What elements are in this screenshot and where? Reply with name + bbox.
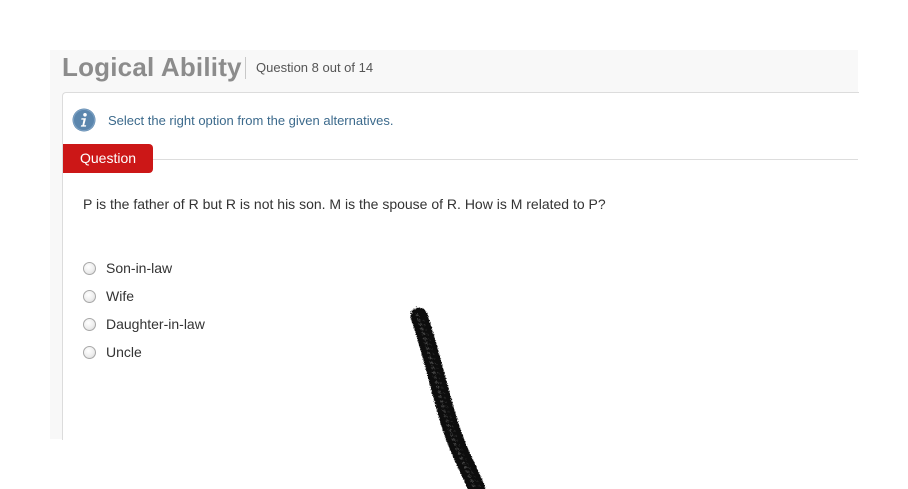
option-son-in-law[interactable]: Son-in-law bbox=[82, 254, 205, 282]
info-icon bbox=[72, 108, 96, 132]
answer-options: Son-in-law Wife Daughter-in-law Uncle bbox=[82, 254, 205, 366]
option-uncle[interactable]: Uncle bbox=[82, 338, 205, 366]
pen-scribble-mark bbox=[410, 307, 486, 489]
instruction-text: Select the right option from the given a… bbox=[108, 113, 394, 128]
header-divider bbox=[245, 57, 246, 79]
tab-question[interactable]: Question bbox=[63, 144, 153, 173]
option-label[interactable]: Son-in-law bbox=[106, 260, 172, 276]
radio-button[interactable] bbox=[83, 261, 96, 275]
option-label[interactable]: Uncle bbox=[106, 344, 142, 360]
option-daughter-in-law[interactable]: Daughter-in-law bbox=[82, 310, 205, 338]
option-wife[interactable]: Wife bbox=[82, 282, 205, 310]
option-label[interactable]: Wife bbox=[106, 288, 134, 304]
question-counter: Question 8 out of 14 bbox=[256, 60, 374, 75]
radio-button[interactable] bbox=[83, 345, 96, 359]
radio-button[interactable] bbox=[83, 317, 96, 331]
tab-divider bbox=[62, 159, 858, 160]
option-label[interactable]: Daughter-in-law bbox=[106, 316, 205, 332]
section-title: Logical Ability bbox=[62, 52, 242, 82]
question-text: P is the father of R but R is not his so… bbox=[83, 196, 606, 212]
radio-button[interactable] bbox=[83, 289, 96, 303]
